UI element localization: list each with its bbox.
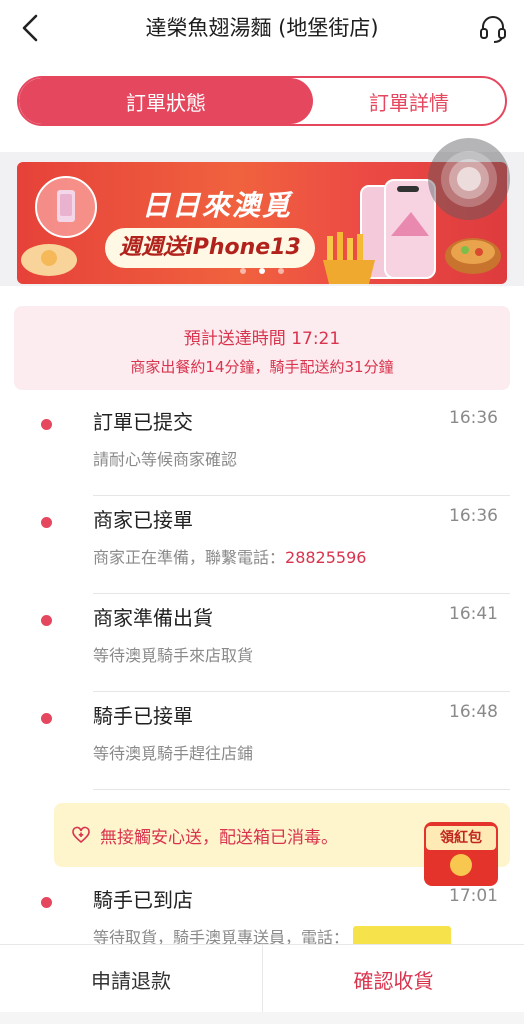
step-time: 16:41	[449, 604, 498, 624]
floating-assist-button[interactable]	[428, 138, 510, 220]
timeline-step: 騎手已接單 16:48 等待澳覓騎手趕往店鋪	[0, 692, 524, 790]
timeline-dot	[41, 713, 52, 724]
coin-icon	[450, 854, 472, 876]
header-bar: 達榮魚翅湯麵 (地堡街店)	[0, 0, 524, 56]
back-button[interactable]	[14, 10, 48, 46]
eta-box: 預計送達時間 17:21 商家出餐約14分鐘，騎手配送約31分鐘	[14, 306, 510, 390]
carousel-dot[interactable]	[239, 268, 246, 274]
step-description: 商家正在準備，聯繫電話：28825596	[93, 548, 367, 567]
assistive-touch-icon	[441, 151, 497, 207]
timeline-dot	[41, 419, 52, 430]
step-title: 商家準備出貨	[93, 606, 213, 630]
heart-plus-icon	[72, 826, 90, 844]
timeline-step: 商家準備出貨 16:41 等待澳覓騎手來店取貨	[0, 594, 524, 692]
red-packet-label: 領紅包	[426, 826, 496, 850]
step-title: 訂單已提交	[93, 410, 193, 434]
tab-order-status[interactable]: 訂單狀態	[19, 78, 313, 124]
timeline-dot	[41, 897, 52, 908]
carousel-dot[interactable]	[278, 268, 285, 274]
notice-text: 無接觸安心送，配送箱已消毒。	[100, 828, 338, 848]
carousel-dots	[17, 259, 507, 278]
home-indicator	[0, 1012, 524, 1024]
step-title: 商家已接單	[93, 508, 193, 532]
chevron-left-icon	[22, 14, 38, 42]
merchant-phone-link[interactable]: 28825596	[285, 548, 366, 567]
step-title: 騎手已接單	[93, 704, 193, 728]
banner-headline: 日日來澳覓	[141, 189, 292, 222]
timeline-step: 訂單已提交 16:36 請耐心等候商家確認	[0, 398, 524, 496]
page-title: 達榮魚翅湯麵 (地堡街店)	[145, 16, 379, 40]
timeline-dot	[41, 615, 52, 626]
headset-icon	[480, 16, 506, 43]
divider	[93, 789, 510, 790]
step-description: 等待澳覓騎手趕往店鋪	[93, 744, 254, 763]
gift-bubble-icon	[35, 176, 97, 238]
refund-button[interactable]: 申請退款	[0, 945, 262, 1013]
tab-order-details[interactable]: 訂單詳情	[313, 78, 505, 124]
carousel-dot-active[interactable]	[259, 268, 265, 274]
confirm-receipt-button[interactable]: 確認收貨	[262, 945, 524, 1013]
step-time: 16:36	[449, 408, 498, 428]
timeline-dot	[41, 517, 52, 528]
step-description: 請耐心等候商家確認	[93, 450, 238, 469]
step-title: 騎手已到店	[93, 888, 193, 912]
bottom-action-bar: 申請退款 確認收貨	[0, 944, 524, 1024]
eta-title: 預計送達時間 17:21	[183, 329, 341, 349]
customer-service-button[interactable]	[476, 10, 510, 46]
step-time: 16:48	[449, 702, 498, 722]
timeline-step: 商家已接單 16:36 商家正在準備，聯繫電話：28825596	[0, 496, 524, 594]
step-description: 等待澳覓騎手來店取貨	[93, 646, 254, 665]
red-packet-button[interactable]: 領紅包	[420, 818, 502, 890]
step-time: 16:36	[449, 506, 498, 526]
order-segmented-control: 訂單狀態 訂單詳情	[17, 76, 507, 126]
eta-subtitle: 商家出餐約14分鐘，騎手配送約31分鐘	[130, 358, 394, 376]
